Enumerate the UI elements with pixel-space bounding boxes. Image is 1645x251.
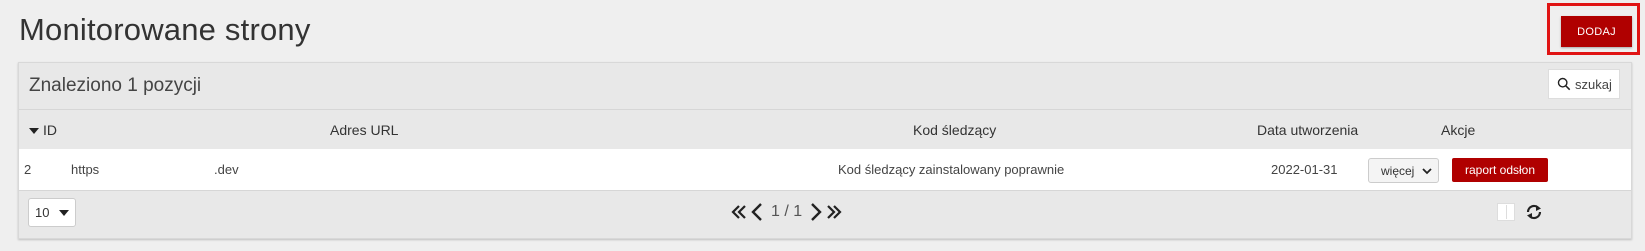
report-button[interactable]: raport odsłon [1452,158,1548,182]
page-title: Monitorowane strony [19,12,311,47]
current-page: 1 [771,203,780,220]
table-row: 2 https .dev Kod śledzący zainstalowany … [19,149,1631,190]
column-header-url[interactable]: Adres URL [330,122,398,138]
search-placeholder: szukaj [1575,76,1612,92]
add-button[interactable]: DODAJ [1561,16,1632,47]
first-page-icon[interactable] [731,204,747,220]
more-actions-select[interactable]: więcej [1368,158,1439,183]
page-size-select[interactable]: 10 [28,198,76,227]
column-header-id[interactable]: ID [29,122,57,138]
caret-down-icon [59,209,69,216]
search-icon [1557,77,1571,91]
column-header-actions: Akcje [1441,122,1476,138]
table-footer: 10 1 / 1 [19,190,1631,241]
next-page-icon[interactable] [810,203,822,221]
sort-desc-icon [29,128,39,135]
row-url-prefix: https [71,162,100,177]
last-page-icon[interactable] [826,204,842,220]
chevron-down-icon [1422,167,1432,174]
prev-page-icon[interactable] [751,203,763,221]
results-count: Znaleziono 1 pozycji [29,75,202,96]
pagination: 1 / 1 [731,200,842,224]
page-separator: / [784,203,789,220]
column-header-created[interactable]: Data utworzenia [1257,122,1358,138]
column-toggle-icon[interactable] [1497,203,1515,221]
row-url-suffix: .dev [214,162,239,177]
refresh-icon[interactable] [1525,203,1543,221]
total-pages: 1 [793,203,803,220]
table-header: ID Adres URL Kod śledzący Data utworzeni… [19,109,1631,150]
row-tracking-status: Kod śledzący zainstalowany poprawnie [838,162,1065,177]
row-id: 2 [24,162,32,177]
results-panel: Znaleziono 1 pozycji szukaj ID Adres URL… [18,62,1632,239]
search-box[interactable]: szukaj [1548,69,1620,99]
column-header-tracking[interactable]: Kod śledzący [913,122,996,138]
row-created-date: 2022-01-31 [1271,162,1338,177]
page-indicator: 1 / 1 [767,203,806,221]
